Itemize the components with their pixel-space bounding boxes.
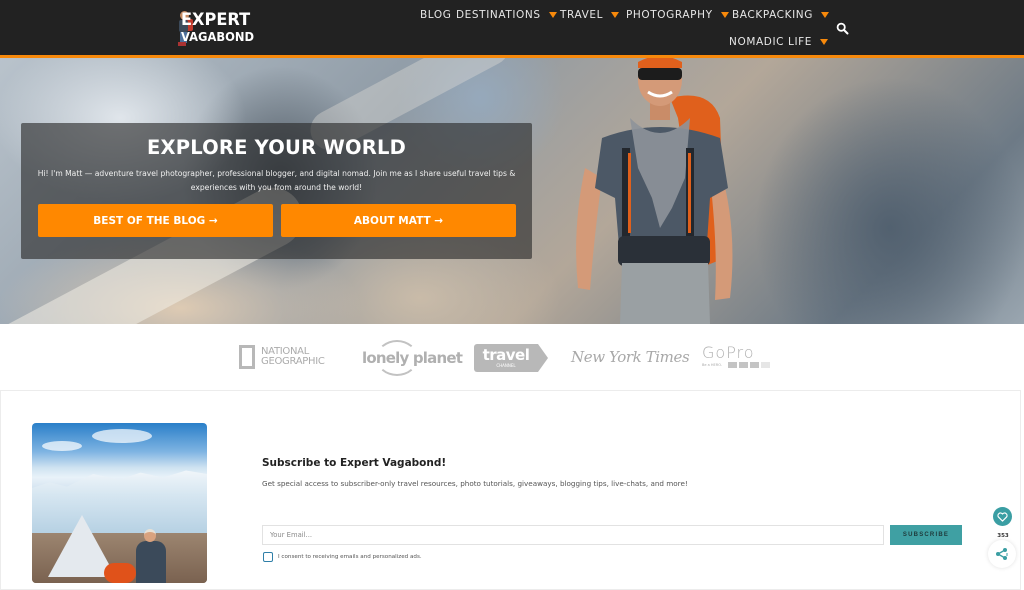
site-header: EXPERT VAGABOND BLOG DESTINATIONS TRAVEL… <box>0 0 1024 58</box>
lonely-planet-ring-icon <box>376 340 418 376</box>
hero-title: EXPLORE YOUR WORLD <box>146 136 407 159</box>
logo-text: EXPERT VAGABOND <box>181 12 260 44</box>
tent-camp-photo <box>32 423 207 583</box>
natgeo-frame-icon <box>239 345 255 369</box>
site-logo[interactable]: EXPERT VAGABOND <box>176 8 260 48</box>
nav-item-label: PHOTOGRAPHY <box>626 9 713 21</box>
nav-item-label: NOMADIC LIFE <box>729 36 813 48</box>
share-icon <box>996 548 1008 560</box>
nav-item-label: BACKPACKING <box>732 9 813 21</box>
caret-down-icon <box>820 39 829 45</box>
share-button[interactable] <box>988 540 1016 568</box>
about-matt-button[interactable]: ABOUT MATT → <box>281 204 516 237</box>
press-logos-strip: NATIONAL GEOGRAPHIC lonely planet travel… <box>0 324 1024 390</box>
travel-channel-logo: travel CHANNEL <box>474 344 548 372</box>
gopro-text: GoPro <box>702 343 755 362</box>
gopro-tagline: Be a HERO. <box>702 363 722 367</box>
subscribe-section: Subscribe to Expert Vagabond! Get specia… <box>0 390 1021 590</box>
nav-item-label: TRAVEL <box>560 9 604 21</box>
travel-channel-arrow-icon <box>538 344 548 372</box>
travel-channel-sub: CHANNEL <box>496 363 516 368</box>
favorite-button[interactable] <box>993 507 1012 526</box>
share-count: 353 <box>997 533 1009 539</box>
nav-item-label: DESTINATIONS <box>456 9 541 21</box>
best-of-blog-button[interactable]: BEST OF THE BLOG → <box>38 204 273 237</box>
subscribe-title: Subscribe to Expert Vagabond! <box>262 457 447 469</box>
consent-checkbox[interactable] <box>263 552 273 562</box>
heart-icon <box>997 511 1008 522</box>
caret-down-icon <box>611 12 620 18</box>
search-icon <box>836 22 849 35</box>
nav-item-blog[interactable]: BLOG <box>420 9 451 21</box>
new-york-times-logo: New York Times <box>571 348 690 366</box>
hero-hiker-image <box>576 58 733 324</box>
logo-line-1: EXPERT <box>180 10 250 31</box>
caret-down-icon <box>720 12 729 18</box>
national-geographic-logo: NATIONAL GEOGRAPHIC <box>239 345 325 369</box>
nav-item-destinations[interactable]: DESTINATIONS <box>456 9 557 21</box>
subscribe-button[interactable]: SUBSCRIBE <box>890 525 962 545</box>
nav-item-label: BLOG <box>420 9 452 21</box>
caret-down-icon <box>548 12 557 18</box>
nyt-text: New York Times <box>571 348 690 366</box>
travel-channel-text: travel <box>482 346 530 364</box>
gopro-logo: GoPro Be a HERO. <box>702 345 772 368</box>
hero-section: EXPLORE YOUR WORLD Hi! I'm Matt — advent… <box>0 58 1024 324</box>
hero-intro-panel: EXPLORE YOUR WORLD Hi! I'm Matt — advent… <box>21 123 532 259</box>
nav-item-backpacking[interactable]: BACKPACKING <box>732 9 829 21</box>
email-input[interactable] <box>262 525 884 545</box>
natgeo-line-2: GEOGRAPHIC <box>261 356 325 367</box>
hero-description: Hi! I'm Matt — adventure travel photogra… <box>37 169 516 192</box>
nav-item-photography[interactable]: PHOTOGRAPHY <box>626 9 729 21</box>
consent-label: I consent to receiving emails and person… <box>278 554 422 560</box>
subscribe-description: Get special access to subscriber-only tr… <box>262 479 688 488</box>
lonely-planet-logo: lonely planet <box>362 340 463 376</box>
caret-down-icon <box>820 12 829 18</box>
nav-item-nomadic-life[interactable]: NOMADIC LIFE <box>729 36 829 48</box>
nav-item-travel[interactable]: TRAVEL <box>560 9 620 21</box>
logo-line-2: VAGABOND <box>180 29 254 45</box>
search-button[interactable] <box>836 20 849 35</box>
logo-mascot-icon <box>176 9 193 47</box>
